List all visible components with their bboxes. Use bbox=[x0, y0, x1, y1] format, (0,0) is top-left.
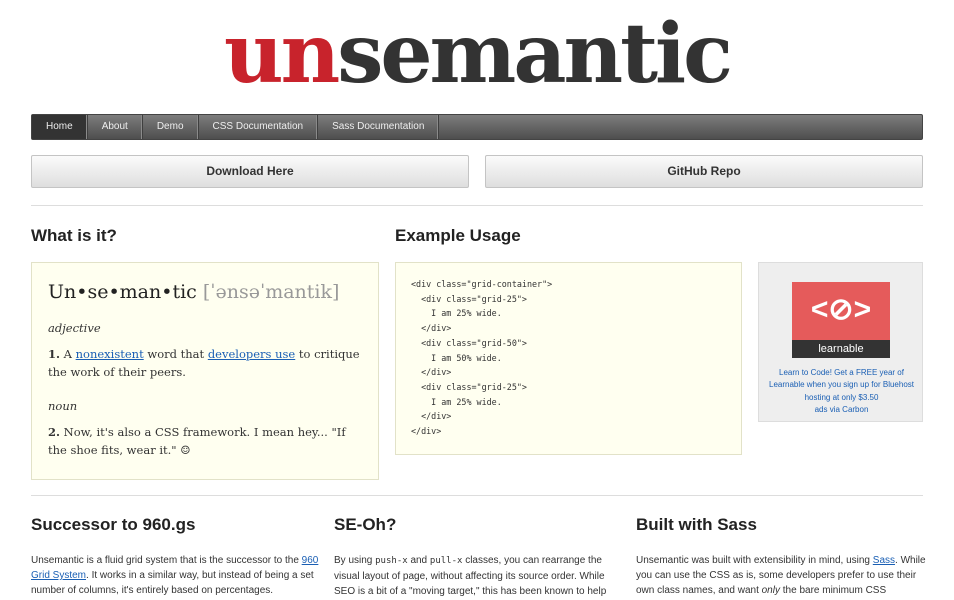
successor-heading: Successor to 960.gs bbox=[31, 515, 196, 534]
def2-text: Now, it's also a CSS framework. I mean h… bbox=[48, 425, 346, 457]
nav-home[interactable]: Home bbox=[32, 115, 88, 139]
def1-number: 1. bbox=[48, 347, 61, 361]
github-repo-button[interactable]: GitHub Repo bbox=[485, 155, 923, 188]
nav-about[interactable]: About bbox=[88, 115, 143, 139]
nav-demo[interactable]: Demo bbox=[143, 115, 199, 139]
site-logo[interactable]: unsemantic bbox=[0, 4, 954, 104]
logo-semantic: semantic bbox=[337, 6, 733, 102]
definition-1: 1. A nonexistent word that developers us… bbox=[48, 345, 362, 381]
c3-emphasis: only bbox=[761, 585, 780, 596]
word-text: Un•se•man•tic bbox=[48, 281, 197, 303]
ad-copy: Learn to Code! Get a FREE year of Learna… bbox=[769, 368, 914, 402]
main-nav: Home About Demo CSS Documentation Sass D… bbox=[31, 114, 923, 140]
nav-sass-documentation[interactable]: Sass Documentation bbox=[318, 115, 440, 139]
c3-text-a: Unsemantic was built with extensibility … bbox=[636, 555, 870, 566]
download-button[interactable]: Download Here bbox=[31, 155, 469, 188]
pronunciation: [ˈənsəˈmantik] bbox=[202, 281, 340, 303]
divider bbox=[31, 205, 923, 206]
sass-link[interactable]: Sass bbox=[873, 555, 895, 566]
learnable-brand: learnable bbox=[792, 340, 890, 358]
def1-text-b: word that bbox=[147, 347, 205, 361]
divider bbox=[31, 495, 923, 496]
c2-text-b: and bbox=[410, 555, 428, 566]
what-is-it-heading: What is it? bbox=[31, 226, 117, 245]
example-usage-heading: Example Usage bbox=[395, 226, 521, 245]
def1-text-a: A bbox=[63, 347, 72, 361]
nonexistent-link[interactable]: nonexistent bbox=[76, 347, 144, 361]
built-with-sass-heading: Built with Sass bbox=[636, 515, 757, 534]
definition-word: Un•se•man•tic [ˈənsəˈmantik] bbox=[48, 281, 362, 303]
successor-text: Unsemantic is a fluid grid system that i… bbox=[31, 553, 321, 598]
ad-text[interactable]: Learn to Code! Get a FREE year of Learna… bbox=[769, 367, 914, 416]
part-of-speech-noun: noun bbox=[48, 399, 78, 413]
code-pencil-icon: <⊘> bbox=[810, 293, 872, 326]
push-x-code: push-x bbox=[375, 556, 408, 566]
learnable-ad-image[interactable]: <⊘> learnable bbox=[792, 282, 890, 358]
developers-use-link[interactable]: developers use bbox=[208, 347, 295, 361]
c3-text-c: the bare minimum CSS bbox=[782, 585, 887, 596]
se-oh-text: By using push-x and pull-x classes, you … bbox=[334, 553, 624, 599]
definition-box: Un•se•man•tic [ˈənsəˈmantik] adjective 1… bbox=[31, 262, 379, 480]
part-of-speech-adjective: adjective bbox=[48, 321, 101, 335]
built-with-sass-text: Unsemantic was built with extensibility … bbox=[636, 553, 926, 598]
logo-un: un bbox=[223, 6, 340, 102]
c1-text-a: Unsemantic is a fluid grid system that i… bbox=[31, 555, 299, 566]
pull-x-code: pull-x bbox=[429, 556, 463, 566]
carbon-ad: <⊘> learnable Learn to Code! Get a FREE … bbox=[758, 262, 923, 422]
example-code-block: <div class="grid-container"> <div class=… bbox=[395, 262, 742, 455]
c2-text-a: By using bbox=[334, 555, 373, 566]
ads-via-carbon: ads via Carbon bbox=[814, 404, 869, 414]
nav-css-documentation[interactable]: CSS Documentation bbox=[199, 115, 319, 139]
definition-2: 2. Now, it's also a CSS framework. I mea… bbox=[48, 423, 362, 459]
se-oh-heading: SE-Oh? bbox=[334, 515, 397, 534]
def2-number: 2. bbox=[48, 425, 61, 439]
